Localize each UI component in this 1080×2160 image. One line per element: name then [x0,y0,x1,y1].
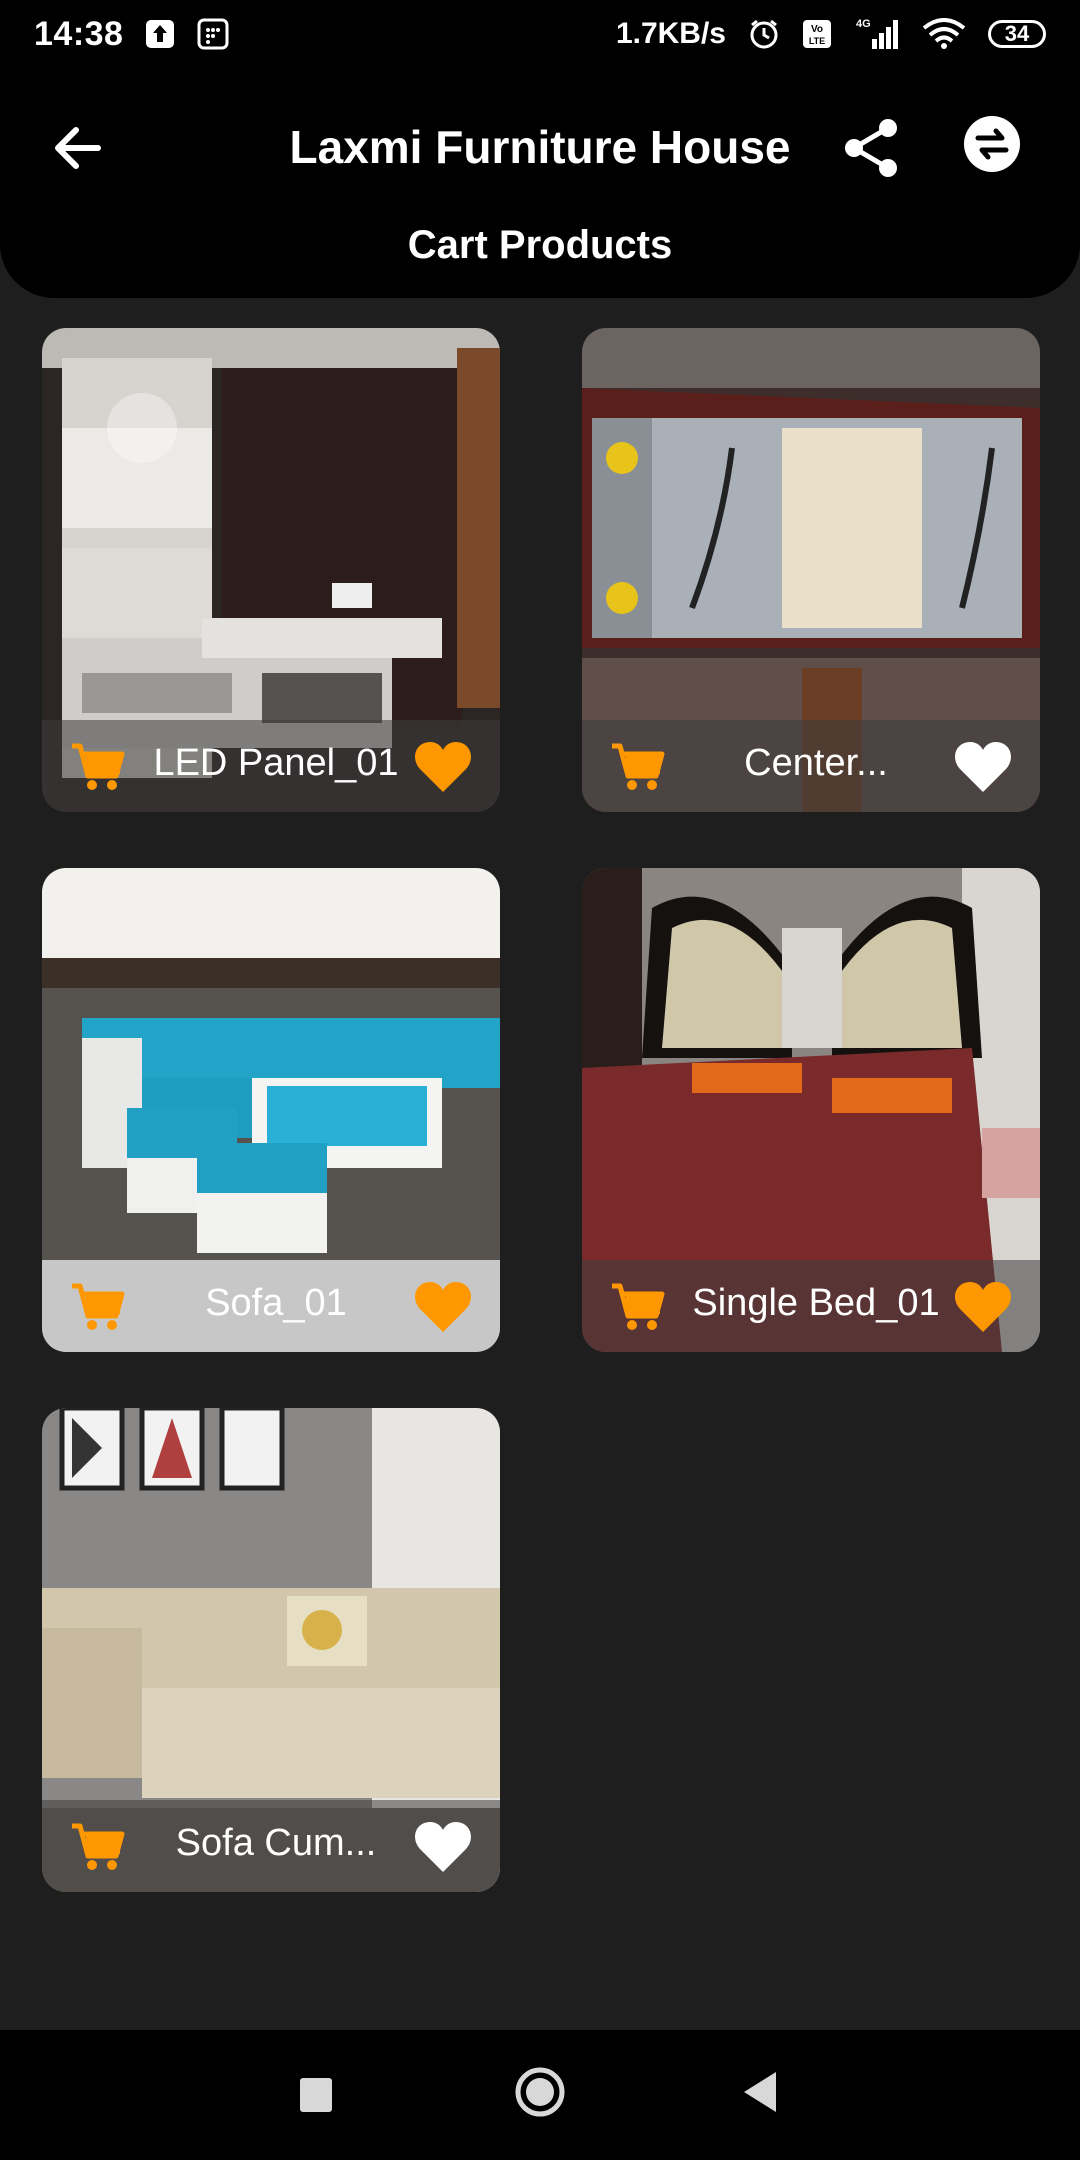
product-card[interactable]: Sofa Cum... [42,1408,500,1892]
product-name: LED Panel_01 [153,742,399,784]
add-to-cart-icon[interactable] [70,742,126,792]
favorite-heart-icon[interactable] [414,740,472,794]
system-nav-bar [0,2030,1080,2160]
product-card[interactable]: Sofa_01 [42,868,500,1352]
product-bar: Sofa Cum... [42,1800,500,1892]
favorite-heart-icon[interactable] [414,1820,472,1874]
app-bar: Laxmi Furniture House Cart Products [0,68,1080,298]
product-bar: Sofa_01 [42,1260,500,1352]
favorite-heart-icon[interactable] [954,1280,1012,1334]
product-name: Single Bed_01 [692,1282,940,1324]
signal-icon: 4G [854,17,900,51]
status-bar: 14:38 1.7KB/s Vo LTE 4G 34 [0,0,1080,68]
favorite-heart-icon[interactable] [414,1280,472,1334]
svg-text:Vo: Vo [811,24,823,35]
wifi-icon [922,18,966,50]
battery-indicator: 34 [988,20,1046,48]
product-name: Sofa Cum... [175,1822,377,1864]
svg-text:4G: 4G [856,18,871,30]
share-button[interactable] [842,116,902,180]
product-name: Center... [744,742,888,784]
svg-text:LTE: LTE [809,36,825,46]
product-card[interactable]: LED Panel_01 [42,328,500,812]
swap-icon [964,116,1020,172]
product-name: Sofa_01 [205,1282,347,1324]
volte-icon: Vo LTE [802,19,832,49]
swap-button[interactable] [962,114,1022,174]
calendar-icon [197,18,229,50]
upload-icon [145,19,175,49]
add-to-cart-icon[interactable] [610,742,666,792]
add-to-cart-icon[interactable] [70,1822,126,1872]
recents-icon[interactable] [300,2078,332,2112]
product-card[interactable]: Center... [582,328,1040,812]
product-bar: Center... [582,720,1040,812]
page-subtitle: Cart Products [407,223,673,267]
favorite-heart-icon[interactable] [954,740,1012,794]
app-title: Laxmi Furniture House [289,121,791,173]
add-to-cart-icon[interactable] [70,1282,126,1332]
product-card[interactable]: Single Bed_01 [582,868,1040,1352]
share-icon [845,119,897,177]
status-time: 14:38 [34,14,124,53]
home-icon[interactable] [514,2066,566,2118]
back-triangle-icon[interactable] [740,2068,780,2116]
alarm-icon [748,18,780,50]
product-bar: LED Panel_01 [42,720,500,812]
add-to-cart-icon[interactable] [610,1282,666,1332]
product-bar: Single Bed_01 [582,1260,1040,1352]
network-speed: 1.7KB/s [615,17,726,50]
